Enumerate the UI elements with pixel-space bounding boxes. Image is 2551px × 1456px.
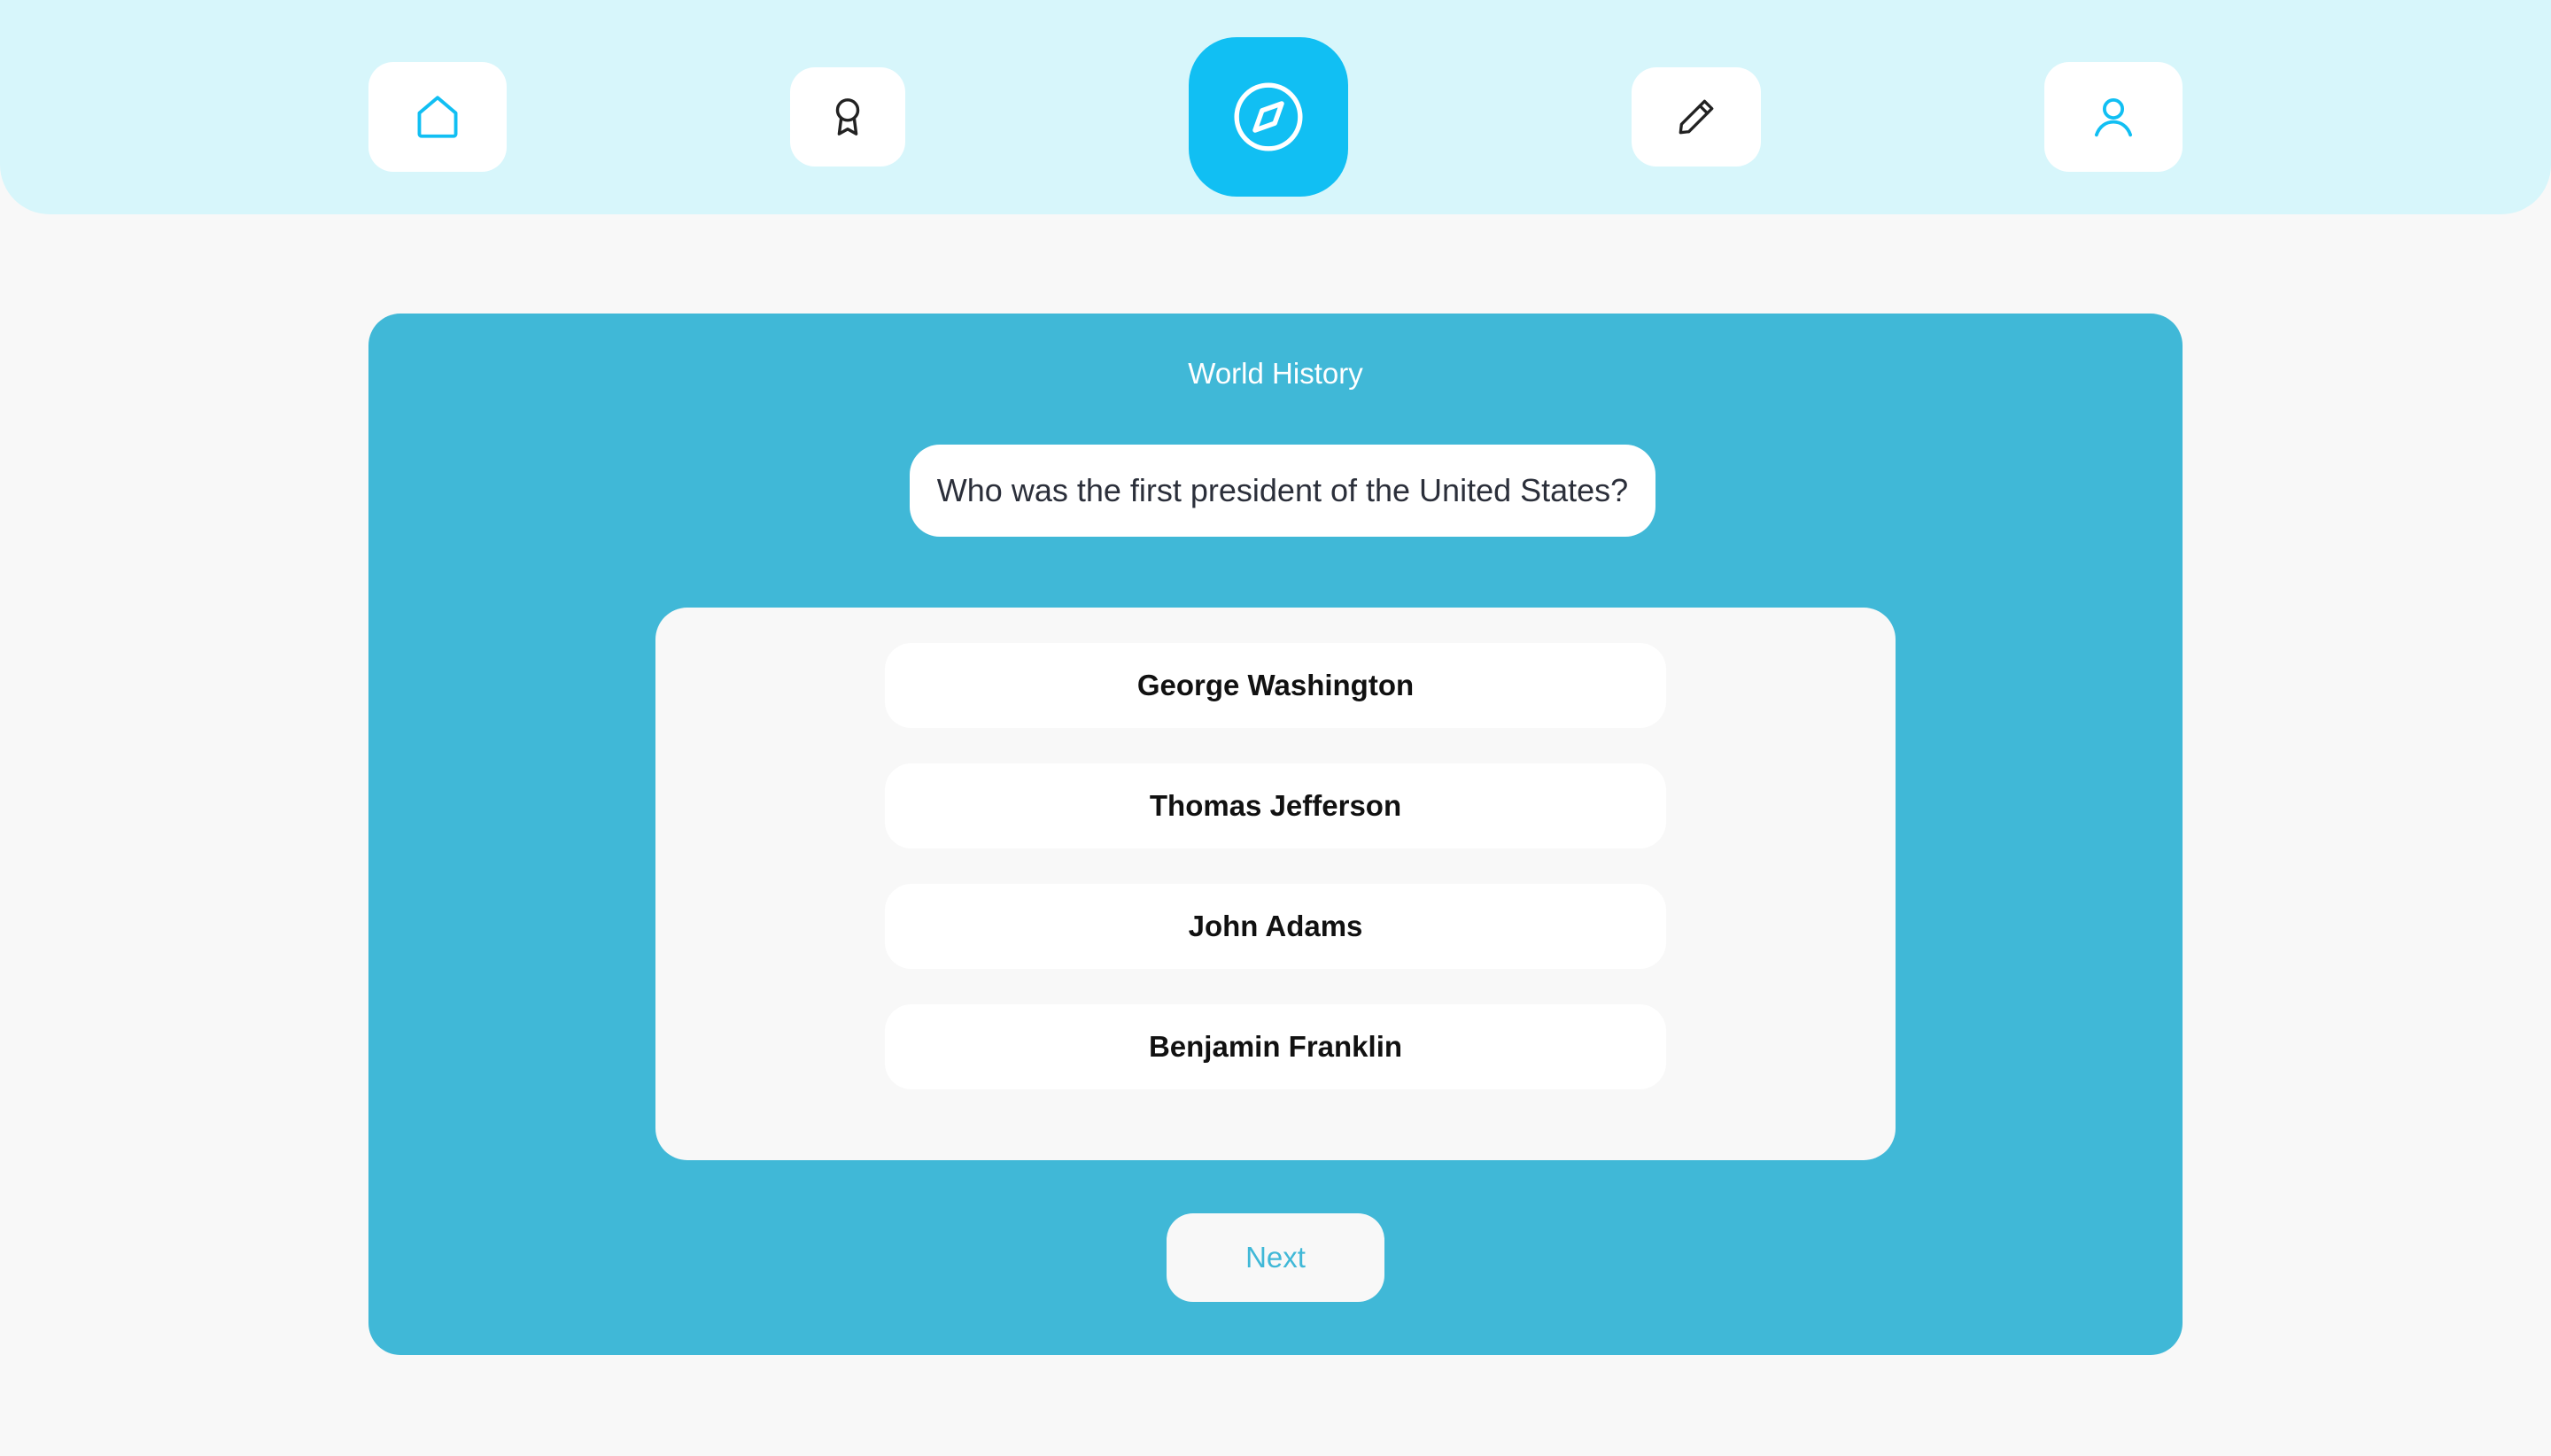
- nav-home-button[interactable]: [368, 62, 507, 172]
- quiz-category-title: World History: [1188, 357, 1363, 390]
- answers-panel: George Washington Thomas Jefferson John …: [655, 608, 1896, 1160]
- top-navigation-bar: [0, 0, 2551, 214]
- nav-profile-button[interactable]: [2044, 62, 2183, 172]
- answer-option-button[interactable]: Thomas Jefferson: [885, 763, 1666, 848]
- award-icon: [835, 98, 860, 136]
- answer-option-button[interactable]: George Washington: [885, 643, 1666, 728]
- answer-option-button[interactable]: John Adams: [885, 884, 1666, 969]
- next-button[interactable]: Next: [1167, 1213, 1384, 1302]
- nav-explore-button[interactable]: [1189, 37, 1348, 197]
- answer-option-button[interactable]: Benjamin Franklin: [885, 1004, 1666, 1089]
- quiz-page: World History Who was the first presiden…: [0, 0, 2551, 1456]
- question-text: Who was the first president of the Unite…: [910, 445, 1655, 537]
- user-icon: [2094, 97, 2133, 137]
- quiz-card: World History Who was the first presiden…: [368, 314, 2183, 1355]
- compass-icon: [1234, 82, 1303, 151]
- pencil-icon: [1679, 99, 1714, 135]
- home-icon: [417, 96, 458, 138]
- nav-create-button[interactable]: [1632, 67, 1761, 167]
- nav-achievements-button[interactable]: [790, 67, 905, 167]
